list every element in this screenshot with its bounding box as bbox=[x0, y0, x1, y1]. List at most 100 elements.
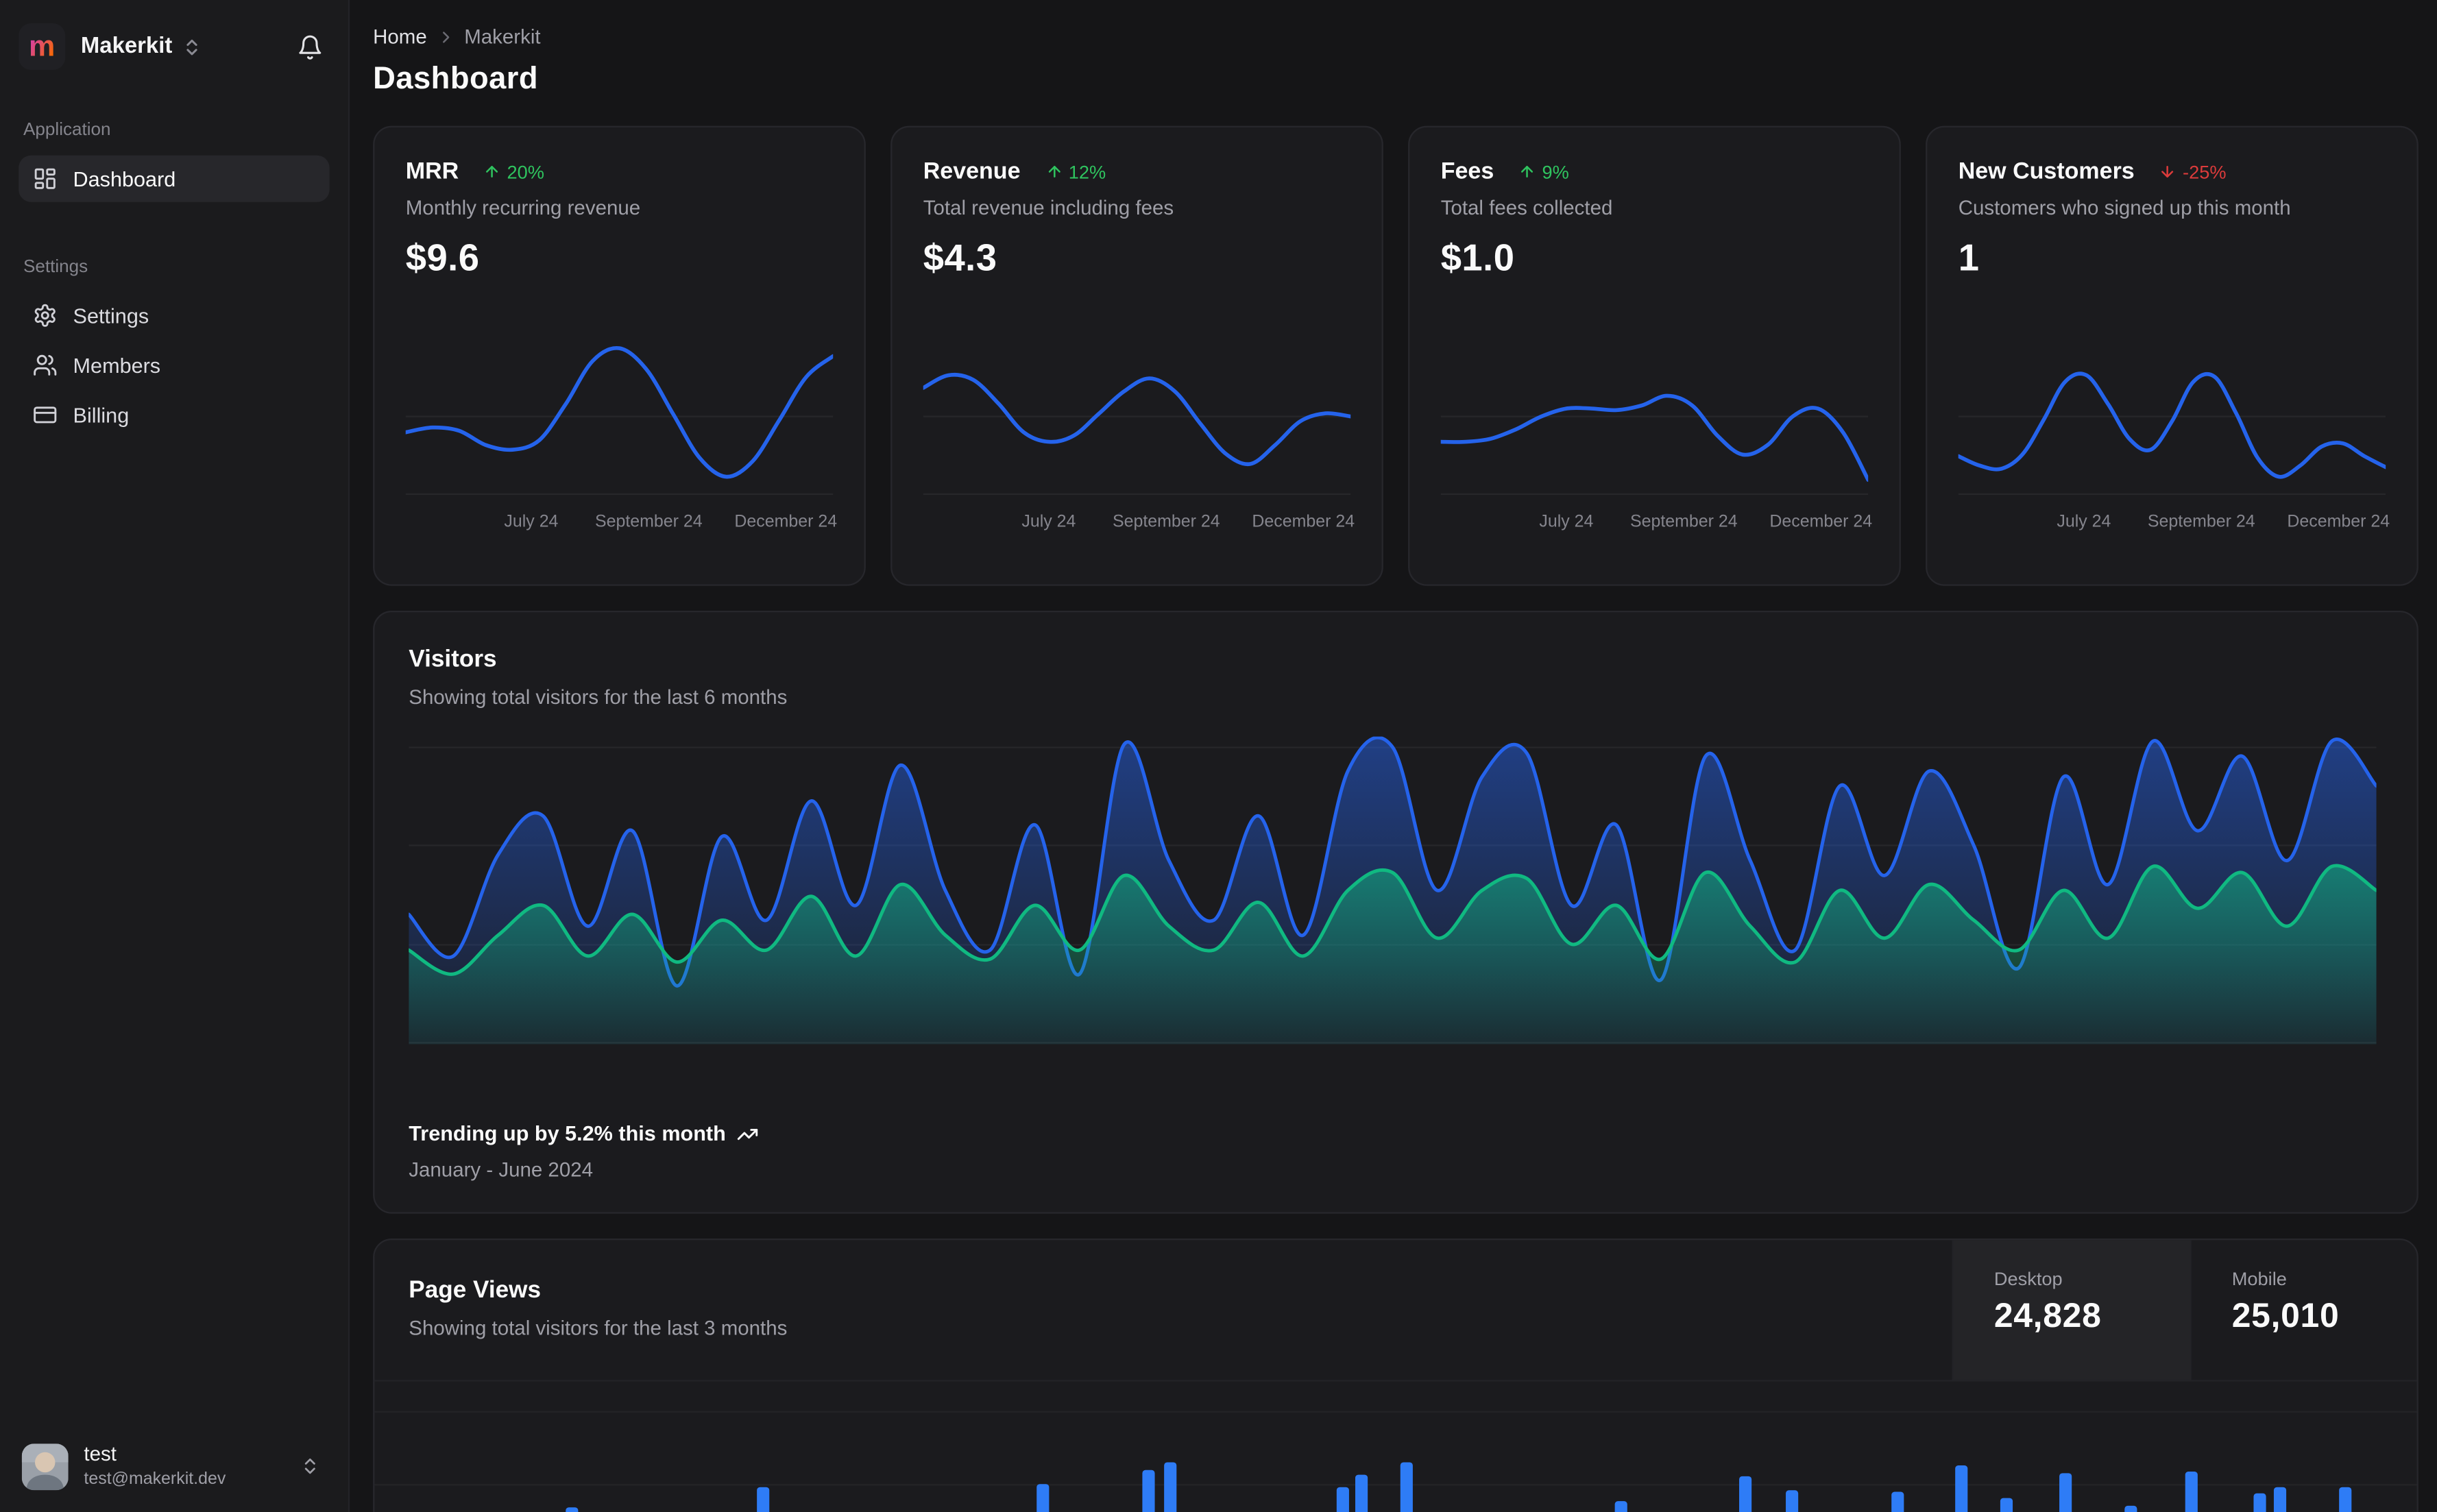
sidebar-item-settings[interactable]: Settings bbox=[19, 292, 329, 339]
page-views-bar bbox=[1614, 1501, 1627, 1512]
sparkline-chart bbox=[1958, 330, 2386, 504]
stat-cards-grid: MRR 20% Monthly recurring revenue $9.6 J… bbox=[373, 125, 2418, 586]
arrow-up-icon bbox=[1521, 166, 1533, 178]
mobile-page-views-value: 25,010 bbox=[2231, 1295, 2340, 1335]
stat-title: New Customers bbox=[1958, 158, 2135, 185]
app-window: m Makerkit Application Dashboard Setting… bbox=[0, 0, 2437, 1512]
page-views-bar bbox=[1355, 1474, 1368, 1512]
page-views-bar bbox=[2124, 1505, 2137, 1512]
page-views-bar-chart bbox=[374, 1385, 2417, 1512]
page-views-bar bbox=[756, 1487, 769, 1512]
visitors-title: Visitors bbox=[409, 646, 497, 673]
breadcrumb-home-link[interactable]: Home bbox=[373, 25, 427, 48]
page-views-bar bbox=[1399, 1462, 1412, 1512]
user-name: test bbox=[84, 1443, 117, 1467]
arrow-up-icon bbox=[486, 166, 498, 178]
sidebar: m Makerkit Application Dashboard Setting… bbox=[0, 0, 350, 1512]
stat-value: $1.0 bbox=[1440, 237, 1515, 280]
page-views-toggle-mobile[interactable]: Mobile 25,010 bbox=[2190, 1240, 2417, 1380]
sparkline-chart bbox=[405, 330, 834, 504]
page-views-bar bbox=[1036, 1484, 1049, 1512]
stat-subtitle: Customers who signed up this month bbox=[1958, 195, 2291, 219]
user-email: test@makerkit.dev bbox=[84, 1470, 226, 1489]
x-axis-ticks: July 24 September 24 December 24 bbox=[504, 513, 838, 532]
billing-icon bbox=[33, 402, 58, 427]
x-axis-ticks: July 24 September 24 December 24 bbox=[1539, 513, 1873, 532]
visitors-card: Visitors Showing total visitors for the … bbox=[373, 611, 2418, 1214]
trend-badge: 12% bbox=[1045, 161, 1106, 182]
page-views-bar bbox=[1142, 1470, 1155, 1512]
user-account-menu[interactable]: test test@makerkit.dev bbox=[19, 1437, 329, 1496]
sparkline-chart bbox=[923, 330, 1351, 504]
bell-icon[interactable] bbox=[291, 27, 330, 66]
page-views-bar bbox=[2185, 1472, 2198, 1512]
stat-title: Revenue bbox=[923, 158, 1021, 185]
page-views-bar bbox=[1165, 1462, 1178, 1512]
page-views-card: Page Views Showing total visitors for th… bbox=[373, 1238, 2418, 1512]
visitors-footer-period: January - June 2024 bbox=[409, 1158, 594, 1182]
stat-card-fees: Fees 9% Total fees collected $1.0 July 2… bbox=[1408, 125, 1901, 586]
page-views-bar bbox=[566, 1507, 579, 1512]
visitors-footer-trend: Trending up by 5.2% this month bbox=[409, 1122, 758, 1145]
user-avatar bbox=[21, 1443, 69, 1490]
breadcrumb: Home Makerkit bbox=[373, 25, 2418, 48]
members-icon bbox=[33, 353, 58, 378]
sidebar-item-label: Settings bbox=[73, 304, 149, 328]
page-views-title: Page Views bbox=[409, 1277, 542, 1304]
visitors-area-chart bbox=[409, 736, 2377, 1045]
page-views-toggle-desktop[interactable]: Desktop 24,828 bbox=[1952, 1240, 2190, 1380]
trend-badge: 9% bbox=[1519, 161, 1569, 182]
trend-badge: -25% bbox=[2159, 161, 2227, 182]
page-views-bar bbox=[1891, 1491, 1904, 1512]
page-views-bar bbox=[2000, 1498, 2013, 1512]
stat-title: MRR bbox=[405, 158, 459, 185]
stat-card-revenue: Revenue 12% Total revenue including fees… bbox=[890, 125, 1383, 586]
stat-card-new-customers: New Customers -25% Customers who signed … bbox=[1926, 125, 2418, 586]
workspace-name[interactable]: Makerkit bbox=[81, 34, 172, 59]
stat-card-mrr: MRR 20% Monthly recurring revenue $9.6 J… bbox=[373, 125, 866, 586]
arrow-up-icon bbox=[1047, 166, 1060, 178]
sidebar-item-billing[interactable]: Billing bbox=[19, 391, 329, 438]
sidebar-item-label: Dashboard bbox=[73, 167, 176, 191]
page-views-bar bbox=[1336, 1487, 1349, 1512]
stat-subtitle: Total revenue including fees bbox=[923, 195, 1174, 219]
sidebar-item-label: Billing bbox=[73, 403, 130, 427]
page-views-bar bbox=[2253, 1493, 2266, 1512]
trend-badge: 20% bbox=[483, 161, 544, 182]
section-label-settings: Settings bbox=[23, 258, 88, 277]
page-views-header: Page Views Showing total visitors for th… bbox=[374, 1240, 2417, 1382]
x-axis-ticks: July 24 September 24 December 24 bbox=[1021, 513, 1355, 532]
stat-title: Fees bbox=[1440, 158, 1494, 185]
makerkit-logo: m bbox=[19, 23, 66, 71]
sidebar-item-label: Members bbox=[73, 353, 161, 377]
breadcrumb-current: Makerkit bbox=[464, 25, 541, 49]
page-views-subtitle: Showing total visitors for the last 3 mo… bbox=[409, 1316, 788, 1340]
stat-value: $4.3 bbox=[923, 237, 997, 280]
desktop-page-views-value: 24,828 bbox=[1993, 1295, 2102, 1335]
page-views-bar bbox=[1955, 1465, 1968, 1512]
dashboard-icon bbox=[33, 167, 58, 191]
page-views-bar bbox=[2273, 1487, 2286, 1512]
sparkline-chart bbox=[1440, 330, 1869, 504]
page-title: Dashboard bbox=[373, 62, 539, 97]
trending-up-icon bbox=[737, 1127, 758, 1140]
sidebar-item-dashboard[interactable]: Dashboard bbox=[19, 155, 330, 202]
stat-subtitle: Monthly recurring revenue bbox=[405, 195, 641, 219]
chevrons-up-down-icon[interactable] bbox=[182, 36, 202, 56]
chevron-right-icon bbox=[436, 27, 454, 46]
settings-icon bbox=[33, 303, 58, 328]
sidebar-item-members[interactable]: Members bbox=[19, 342, 329, 389]
page-views-bar bbox=[1785, 1490, 1798, 1512]
page-views-bar bbox=[1738, 1476, 1751, 1512]
main-content: Home Makerkit Dashboard MRR 20% Monthly … bbox=[350, 0, 2437, 1512]
page-views-bar bbox=[2339, 1487, 2352, 1512]
stat-value: 1 bbox=[1958, 237, 1980, 280]
stat-subtitle: Total fees collected bbox=[1440, 195, 1613, 219]
section-label-application: Application bbox=[23, 121, 111, 141]
arrow-down-icon bbox=[2161, 166, 2174, 178]
visitors-subtitle: Showing total visitors for the last 6 mo… bbox=[409, 685, 788, 709]
page-views-bar bbox=[2059, 1473, 2072, 1512]
x-axis-ticks: July 24 September 24 December 24 bbox=[2057, 513, 2390, 532]
workspace-row: m Makerkit bbox=[19, 19, 329, 75]
stat-value: $9.6 bbox=[405, 237, 480, 280]
